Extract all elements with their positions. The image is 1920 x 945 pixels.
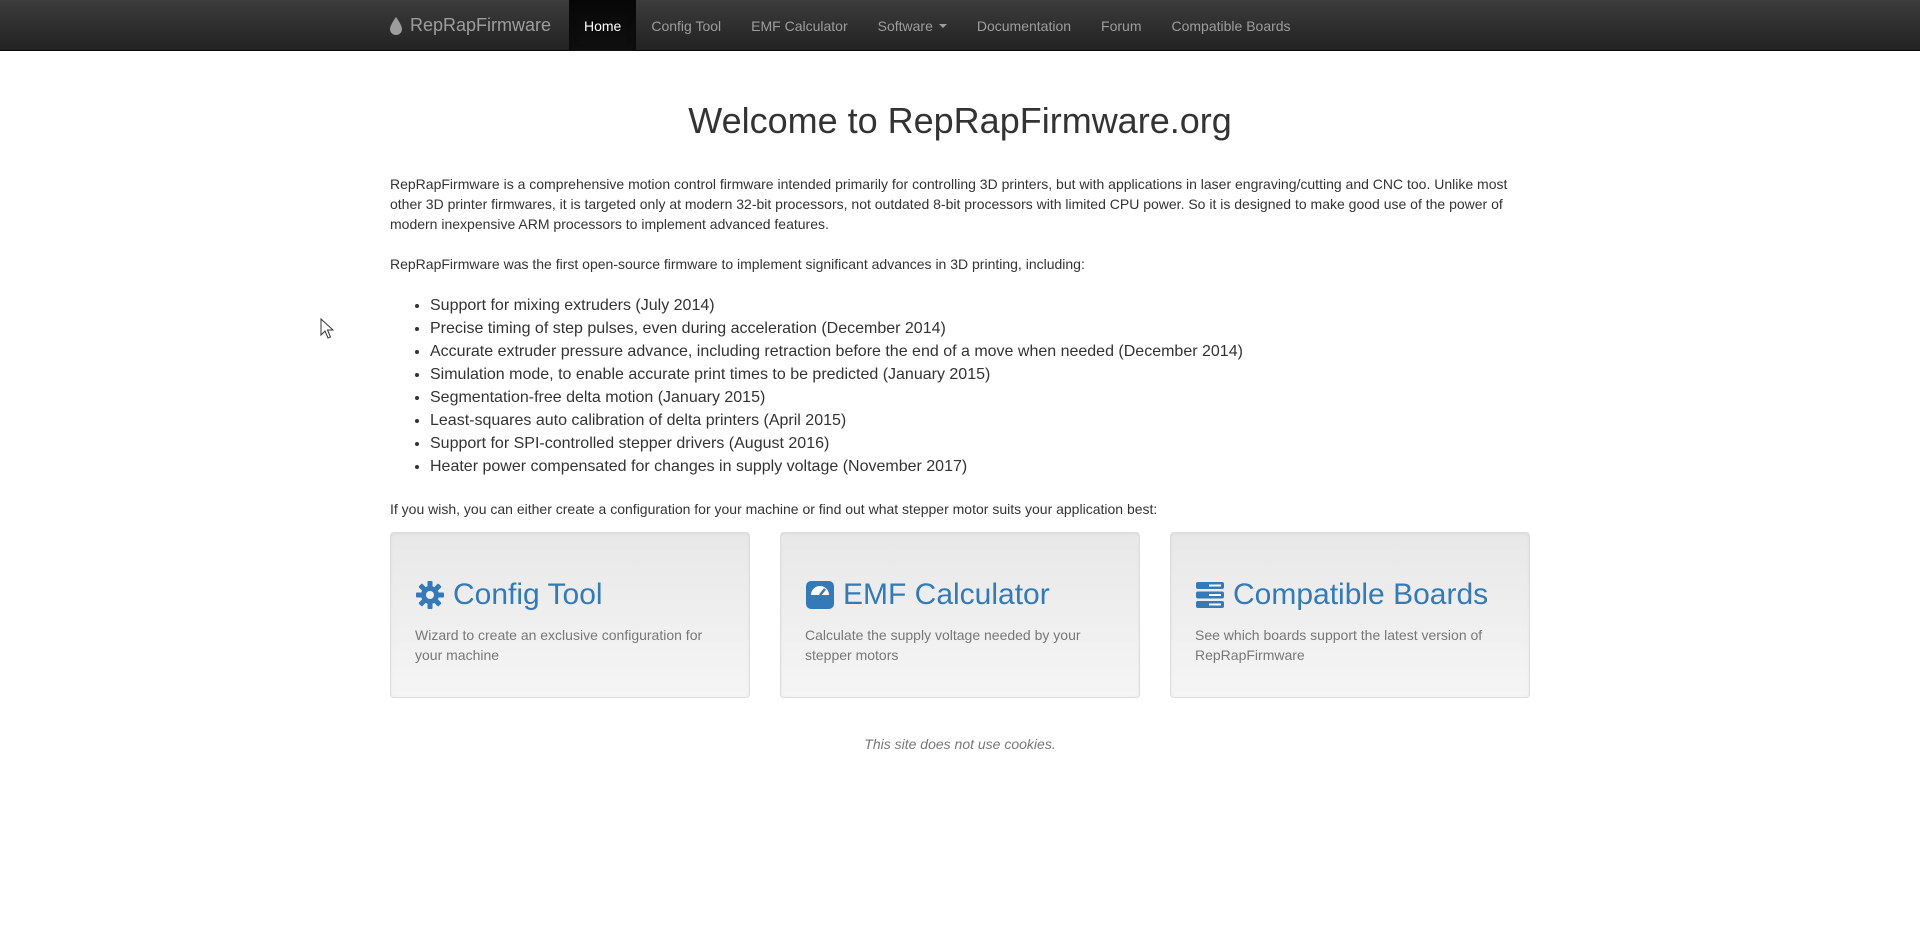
emf-calculator-card[interactable]: EMF Calculator Calculate the supply volt… [780,532,1140,698]
card-title: EMF Calculator [843,578,1050,611]
list-item: Support for mixing extruders (July 2014) [430,294,1530,317]
page-title: Welcome to RepRapFirmware.org [688,100,1232,141]
list-item: Accurate extruder pressure advance, incl… [430,340,1530,363]
list-item: Precise timing of step pulses, even duri… [430,317,1530,340]
nav-item-label: EMF Calculator [751,17,848,34]
mouse-cursor-icon [320,318,334,339]
gear-icon [416,581,444,609]
list-item: Support for SPI-controlled stepper drive… [430,432,1530,455]
nav-item-label: Compatible Boards [1171,17,1291,34]
card-title: Config Tool [453,578,603,611]
nav-item-software[interactable]: Software [863,0,962,51]
card-row: Config Tool Wizard to create an exclusiv… [390,532,1530,698]
brand-label: RepRapFirmware [410,15,552,35]
drop-icon [390,16,402,35]
nav-item-emf-calculator[interactable]: EMF Calculator [736,0,862,51]
nav-item-label: Config Tool [651,17,722,34]
card-description: See which boards support the latest vers… [1195,627,1483,663]
nav-item-forum[interactable]: Forum [1086,0,1156,51]
features-list: Support for mixing extruders (July 2014)… [390,294,1530,478]
card-title: Compatible Boards [1233,578,1489,611]
cookie-notice: This site does not use cookies. [864,736,1056,752]
caret-down-icon [938,23,947,28]
nav-item-home[interactable]: Home [569,0,637,51]
cta-paragraph: If you wish, you can either create a con… [390,501,1158,517]
server-icon [1196,582,1224,608]
main-nav: Home Config Tool EMF Calculator Software… [569,0,1306,51]
card-description: Calculate the supply voltage needed by y… [805,627,1081,663]
brand-link[interactable]: RepRapFirmware [390,0,551,51]
nav-item-compatible-boards[interactable]: Compatible Boards [1157,0,1306,51]
nav-item-label: Home [584,17,622,34]
list-item: Simulation mode, to enable accurate prin… [430,363,1530,386]
list-item: Heater power compensated for changes in … [430,455,1530,478]
list-item: Least-squares auto calibration of delta … [430,409,1530,432]
top-navbar: RepRapFirmware Home Config Tool EMF Calc… [0,0,1920,51]
compatible-boards-card[interactable]: Compatible Boards See which boards suppo… [1170,532,1530,698]
nav-item-label: Forum [1101,17,1142,34]
nav-item-documentation[interactable]: Documentation [962,0,1086,51]
nav-item-label: Software [877,17,933,34]
list-item: Segmentation-free delta motion (January … [430,386,1530,409]
intro-paragraph: RepRapFirmware is a comprehensive motion… [390,176,1508,232]
dashboard-icon [806,581,834,609]
nav-item-config-tool[interactable]: Config Tool [636,0,736,51]
features-intro: RepRapFirmware was the first open-source… [390,256,1085,272]
card-description: Wizard to create an exclusive configurat… [415,627,703,663]
config-tool-card[interactable]: Config Tool Wizard to create an exclusiv… [390,532,750,698]
nav-item-label: Documentation [976,17,1072,34]
main-content: Welcome to RepRapFirmware.org RepRapFirm… [390,51,1530,752]
